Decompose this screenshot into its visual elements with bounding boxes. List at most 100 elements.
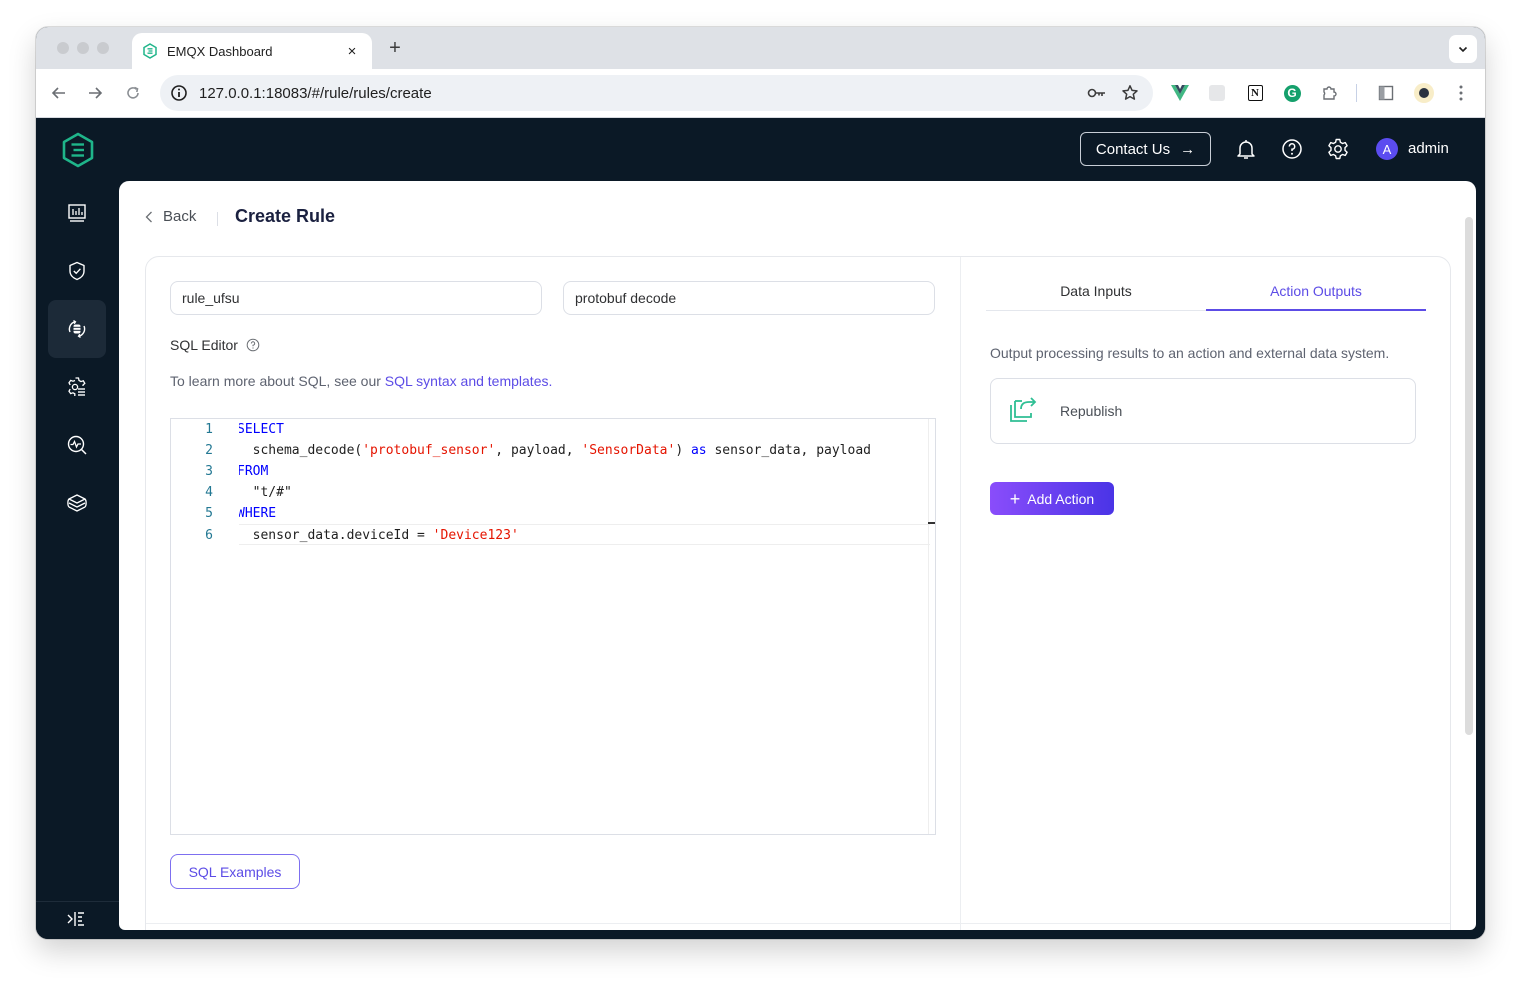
code-text: "t/#"	[237, 482, 292, 503]
sql-token: sensor_data, payload	[706, 443, 871, 458]
contact-us-label: Contact Us	[1095, 140, 1171, 158]
code-text: SELECT	[237, 419, 284, 440]
url-text[interactable]: 127.0.0.1:18083/#/rule/rules/create	[199, 85, 1087, 102]
user-avatar[interactable]: A	[1376, 138, 1398, 160]
code-line[interactable]: 4 "t/#"	[171, 482, 930, 503]
sql-keyword: SELECT	[237, 422, 284, 437]
page-title: Create Rule	[235, 206, 336, 226]
line-number: 3	[205, 464, 213, 479]
line-number: 6	[205, 528, 213, 543]
plus-icon: +	[1009, 488, 1021, 509]
arrow-right-icon: →	[1180, 140, 1196, 158]
help-circle-icon[interactable]	[246, 338, 260, 352]
code-text: schema_decode('protobuf_sensor', payload…	[237, 440, 871, 461]
search-pulse-icon	[67, 435, 87, 455]
line-number: 2	[205, 443, 213, 458]
data-cycle-icon	[68, 319, 86, 339]
emqx-logo-icon[interactable]	[60, 132, 96, 168]
code-line[interactable]: 3 FROM	[171, 461, 930, 482]
bell-icon[interactable]	[1234, 137, 1258, 161]
editor-gutter-edge	[233, 419, 239, 834]
code-text: FROM	[237, 461, 268, 482]
kebab-menu-icon[interactable]	[1450, 82, 1472, 104]
gear-icon[interactable]	[1326, 137, 1350, 161]
help-icon[interactable]	[1280, 137, 1304, 161]
page-scrollbar[interactable]	[1465, 217, 1473, 735]
sql-string: 'Device123'	[432, 528, 519, 543]
republish-icon	[1010, 397, 1037, 422]
window-minimize-dot[interactable]	[77, 42, 89, 54]
line-number: 1	[205, 422, 213, 437]
code-line[interactable]: 6 sensor_data.deviceId = 'Device123'	[205, 524, 930, 545]
profile-avatar-icon[interactable]	[1413, 82, 1435, 104]
sql-token: )	[675, 443, 691, 458]
code-text: WHERE	[237, 503, 276, 524]
rule-form-card: rule_ufsu protobuf decode SQL Editor To …	[145, 256, 1451, 930]
sql-editor-label-text: SQL Editor	[170, 337, 238, 353]
action-item-republish[interactable]: Republish	[990, 378, 1416, 444]
sql-syntax-link[interactable]: SQL syntax and templates.	[385, 373, 553, 389]
card-footer-divider	[146, 923, 1450, 924]
tab-title: EMQX Dashboard	[167, 43, 273, 59]
outputs-pane: Data Inputs Action Outputs Output proces…	[962, 257, 1452, 930]
rule-name-input[interactable]: rule_ufsu	[170, 281, 542, 315]
title-divider	[217, 212, 218, 226]
window-close-dot[interactable]	[57, 42, 69, 54]
action-name: Republish	[1060, 403, 1123, 419]
sidebar-item-access-control[interactable]	[48, 242, 106, 300]
sql-hint-text: To learn more about SQL, see our	[170, 373, 385, 389]
back-button[interactable]: Back	[145, 208, 196, 225]
address-bar[interactable]: 127.0.0.1:18083/#/rule/rules/create	[160, 75, 1153, 111]
sql-token: , payload,	[495, 443, 582, 458]
toolbar-divider	[1356, 84, 1357, 102]
new-tab-button[interactable]: +	[384, 37, 406, 59]
notion-icon[interactable]: N	[1244, 82, 1266, 104]
code-line[interactable]: 2 schema_decode('protobuf_sensor', paylo…	[171, 440, 930, 461]
sidebar-item-integration[interactable]	[48, 300, 106, 358]
vue-devtools-icon[interactable]	[1169, 82, 1191, 104]
code-line[interactable]: 1 SELECT	[171, 419, 930, 440]
tab-search-button[interactable]	[1449, 35, 1477, 63]
line-number: 4	[205, 485, 213, 500]
rule-note-input[interactable]: protobuf decode	[563, 281, 935, 315]
tab-close-icon[interactable]: ×	[342, 41, 362, 61]
tab-action-outputs[interactable]: Action Outputs	[1206, 271, 1426, 311]
sql-token: sensor_data.deviceId =	[237, 528, 433, 543]
browser-toolbar: 127.0.0.1:18083/#/rule/rules/create N G	[36, 69, 1485, 118]
sidebar-item-extensions[interactable]	[48, 474, 106, 532]
sql-examples-button[interactable]: SQL Examples	[170, 854, 300, 889]
forward-arrow-icon[interactable]	[83, 81, 107, 105]
line-number: 5	[205, 506, 213, 521]
sidebar-item-dashboard[interactable]	[48, 184, 106, 242]
reload-icon[interactable]	[121, 81, 145, 105]
layers-icon	[67, 494, 87, 512]
username[interactable]: admin	[1408, 140, 1449, 157]
sidebar-item-diagnose[interactable]	[48, 416, 106, 474]
sidebar-item-management[interactable]	[48, 358, 106, 416]
sql-pane: rule_ufsu protobuf decode SQL Editor To …	[146, 257, 961, 930]
browser-tab[interactable]: EMQX Dashboard ×	[132, 33, 372, 69]
code-line[interactable]: 5 WHERE	[171, 503, 930, 524]
sql-token: schema_decode(	[237, 443, 363, 458]
puzzle-icon[interactable]	[1319, 82, 1341, 104]
star-icon[interactable]	[1120, 83, 1140, 103]
gear-list-icon	[68, 377, 86, 396]
sql-editor-label: SQL Editor	[170, 337, 260, 353]
collapse-sidebar-icon[interactable]	[64, 907, 88, 931]
side-panel-icon[interactable]	[1375, 82, 1397, 104]
sql-token: "t/#"	[237, 485, 292, 500]
info-icon[interactable]	[170, 84, 188, 102]
sql-string: 'protobuf_sensor'	[362, 443, 496, 458]
emqx-favicon-icon	[143, 43, 157, 59]
emqx-app: Contact Us → A admin Back Create Rule ru…	[36, 118, 1485, 939]
sql-code-editor[interactable]: 1 SELECT 2 schema_decode('protobuf_sensor'…	[170, 418, 936, 835]
tab-data-inputs[interactable]: Data Inputs	[986, 271, 1206, 310]
add-action-button[interactable]: + Add Action	[990, 482, 1114, 515]
grammarly-icon[interactable]: G	[1281, 82, 1303, 104]
io-tabs: Data Inputs Action Outputs	[986, 271, 1426, 311]
extension-grey-icon[interactable]	[1206, 82, 1228, 104]
contact-us-button[interactable]: Contact Us →	[1080, 132, 1211, 166]
back-arrow-icon[interactable]	[47, 81, 71, 105]
window-zoom-dot[interactable]	[97, 42, 109, 54]
key-icon[interactable]	[1087, 83, 1107, 103]
